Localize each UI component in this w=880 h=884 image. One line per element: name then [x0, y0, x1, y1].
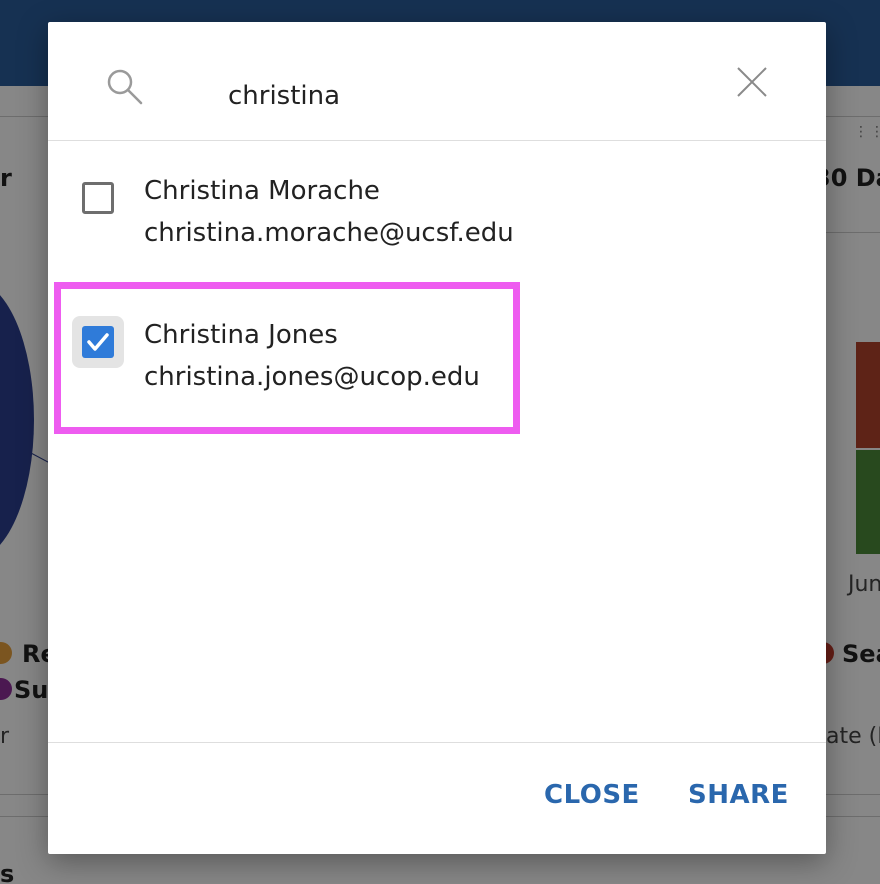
share-dialog: Christina Morache christina.morache@ucsf…	[48, 22, 826, 854]
close-icon[interactable]	[736, 66, 768, 98]
search-input[interactable]	[228, 76, 728, 116]
checkbox-checked[interactable]	[72, 316, 124, 368]
checkbox-unchecked[interactable]	[82, 182, 114, 214]
divider	[48, 742, 826, 743]
result-name: Christina Jones	[144, 320, 338, 350]
checkbox-box	[82, 326, 114, 358]
divider	[48, 140, 826, 141]
result-item[interactable]: Christina Jones christina.jones@ucop.edu	[48, 306, 826, 426]
search-icon	[107, 69, 143, 105]
result-name: Christina Morache	[144, 176, 380, 206]
result-email: christina.morache@ucsf.edu	[144, 218, 514, 248]
result-email: christina.jones@ucop.edu	[144, 362, 480, 392]
share-button[interactable]: SHARE	[688, 780, 789, 810]
search-bar	[48, 22, 826, 140]
result-item[interactable]: Christina Morache christina.morache@ucsf…	[48, 162, 826, 282]
checkmark-icon	[87, 333, 109, 351]
close-button[interactable]: CLOSE	[544, 780, 640, 810]
